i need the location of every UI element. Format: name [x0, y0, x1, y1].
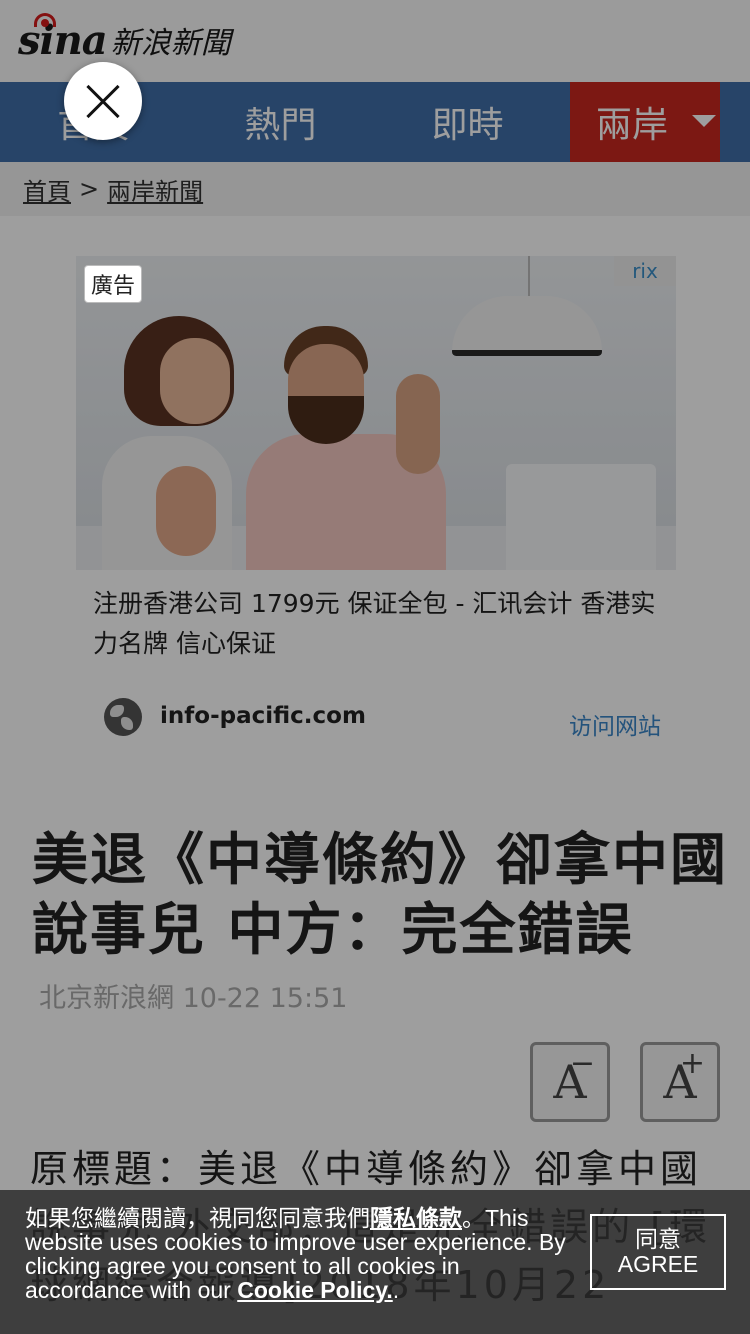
- agree-label-en: AGREE: [617, 1251, 699, 1277]
- privacy-link[interactable]: 隱私條款: [370, 1205, 462, 1231]
- cookie-policy-link[interactable]: Cookie Policy.: [237, 1277, 393, 1303]
- agree-button[interactable]: 同意 AGREE: [590, 1214, 726, 1290]
- ad-tag: 廣告: [84, 265, 143, 303]
- cookie-text-cn: 如果您繼續閱讀，視同您同意我們: [25, 1205, 370, 1231]
- agree-label-cn: 同意: [635, 1226, 681, 1252]
- close-icon[interactable]: [64, 62, 142, 140]
- modal-overlay[interactable]: [0, 0, 750, 1334]
- cookie-text: 如果您繼續閱讀，視同您同意我們隱私條款。This website uses co…: [25, 1206, 575, 1302]
- cookie-banner: 如果您繼續閱讀，視同您同意我們隱私條款。This website uses co…: [0, 1190, 750, 1334]
- cookie-text-end: .: [392, 1277, 400, 1303]
